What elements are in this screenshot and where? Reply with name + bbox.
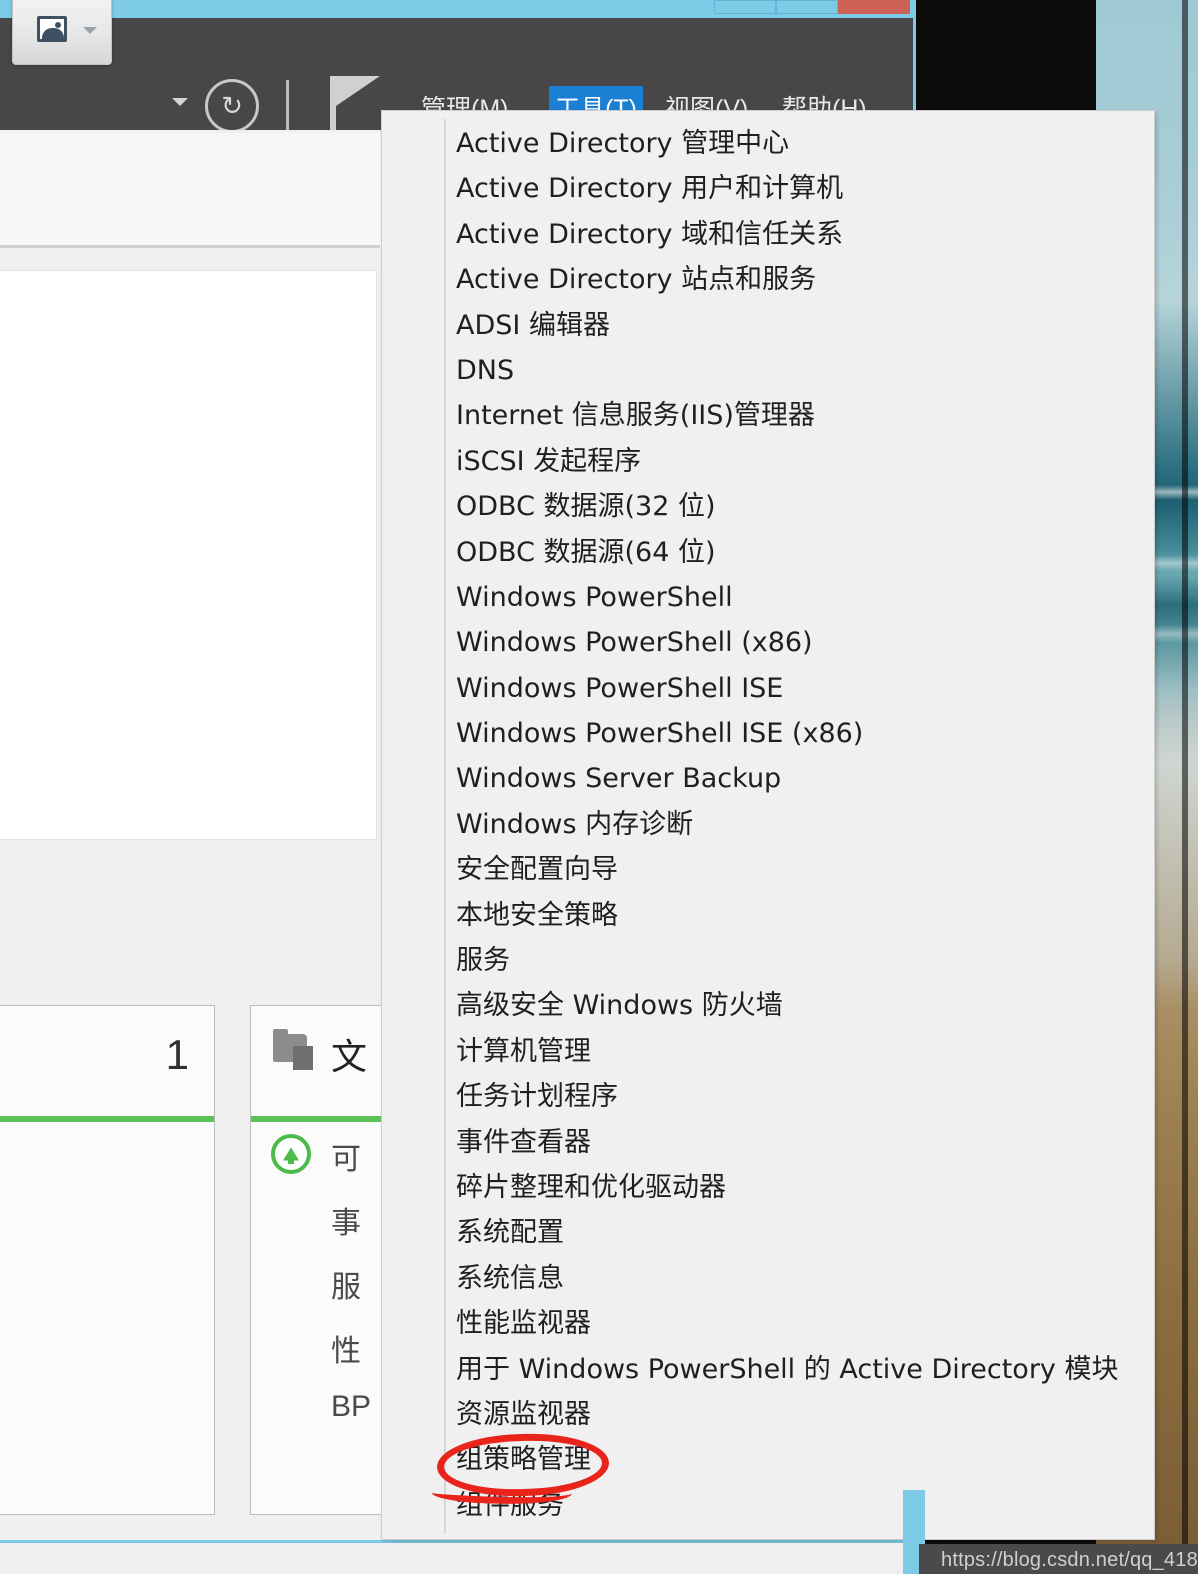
tile-count: 1 [165, 1031, 189, 1078]
minimize-button[interactable] [714, 0, 776, 14]
tools-menu-item[interactable]: 组件服务 [382, 1483, 1154, 1528]
tools-menu-item[interactable]: Windows PowerShell (x86) [382, 620, 1154, 665]
tools-dropdown-menu: Active Directory 管理中心 Active Directory 用户… [381, 110, 1155, 1540]
tools-menu-item[interactable]: 高级安全 Windows 防火墙 [382, 983, 1154, 1028]
green-up-arrow-icon [271, 1134, 311, 1174]
tools-menu-item[interactable]: 用于 Windows PowerShell 的 Active Directory… [382, 1347, 1154, 1392]
tools-menu-item[interactable]: 碎片整理和优化驱动器 [382, 1165, 1154, 1210]
content-list-panel [0, 270, 377, 840]
content-lower-panel [0, 843, 377, 983]
dashboard-tile-roles[interactable]: 1 [0, 1005, 215, 1515]
maximize-button[interactable] [776, 0, 838, 14]
tools-menu-item[interactable]: Active Directory 域和信任关系 [382, 212, 1154, 257]
folder-icon [273, 1029, 319, 1072]
wallpaper-shadow-strip [1182, 0, 1188, 1574]
tools-menu-item[interactable]: Active Directory 用户和计算机 [382, 166, 1154, 211]
window-controls[interactable] [714, 0, 910, 14]
tools-menu-item[interactable]: DNS [382, 348, 1154, 393]
tools-menu-item[interactable]: 系统配置 [382, 1210, 1154, 1255]
tile-status-bar [0, 1116, 214, 1122]
tools-menu-item[interactable]: Active Directory 管理中心 [382, 121, 1154, 166]
content-header-panel [0, 133, 380, 248]
tools-menu-item[interactable]: 系统信息 [382, 1256, 1154, 1301]
chevron-down-icon[interactable] [83, 27, 97, 34]
tools-menu-item[interactable]: 事件查看器 [382, 1120, 1154, 1165]
tools-menu-item[interactable]: Internet 信息服务(IIS)管理器 [382, 393, 1154, 438]
tools-menu-item[interactable]: 服务 [382, 938, 1154, 983]
tools-menu-item[interactable]: 任务计划程序 [382, 1074, 1154, 1119]
tools-menu-item[interactable]: Windows 内存诊断 [382, 802, 1154, 847]
tile-row-services[interactable]: 服 [331, 1262, 361, 1306]
window-title-bar [0, 0, 913, 18]
screenshot-root: ↻ 管理(M) 工具(T) 视图(V) 帮助(H) 1 文 可 事 服 性 BP… [0, 0, 1198, 1574]
image-icon [37, 16, 67, 42]
tools-menu-item[interactable]: 计算机管理 [382, 1029, 1154, 1074]
window-bottom-strip [0, 1543, 903, 1574]
tools-menu-item[interactable]: Windows PowerShell ISE [382, 666, 1154, 711]
tools-menu-item[interactable]: iSCSI 发起程序 [382, 439, 1154, 484]
tools-menu-item[interactable]: 本地安全策略 [382, 893, 1154, 938]
tools-menu-item[interactable]: 性能监视器 [382, 1301, 1154, 1346]
tile-row-events[interactable]: 事 [331, 1198, 361, 1242]
tools-menu-item[interactable]: Active Directory 站点和服务 [382, 257, 1154, 302]
tile-title: 文 [331, 1036, 368, 1077]
tools-menu-item[interactable]: 资源监视器 [382, 1392, 1154, 1437]
tile-row-performance[interactable]: 性 [331, 1326, 361, 1370]
close-button[interactable] [838, 0, 910, 14]
tile-row-bpa[interactable]: BP [331, 1390, 371, 1424]
tools-menu-item[interactable]: Windows Server Backup [382, 756, 1154, 801]
tools-menu-item[interactable]: 安全配置向导 [382, 847, 1154, 892]
tile-row-manageability[interactable]: 可 [331, 1134, 361, 1178]
tools-menu-item[interactable]: ODBC 数据源(64 位) [382, 530, 1154, 575]
tools-menu-item[interactable]: ADSI 编辑器 [382, 303, 1154, 348]
tools-menu-item[interactable]: Windows PowerShell [382, 575, 1154, 620]
watermark-text: https://blog.csdn.net/qq_41874930 [941, 1549, 1198, 1571]
screenshot-capture-button[interactable] [12, 0, 112, 65]
tools-menu-item[interactable]: Windows PowerShell ISE (x86) [382, 711, 1154, 756]
tools-menu-item[interactable]: ODBC 数据源(32 位) [382, 484, 1154, 529]
tools-menu-item[interactable]: 组策略管理 [382, 1437, 1154, 1482]
